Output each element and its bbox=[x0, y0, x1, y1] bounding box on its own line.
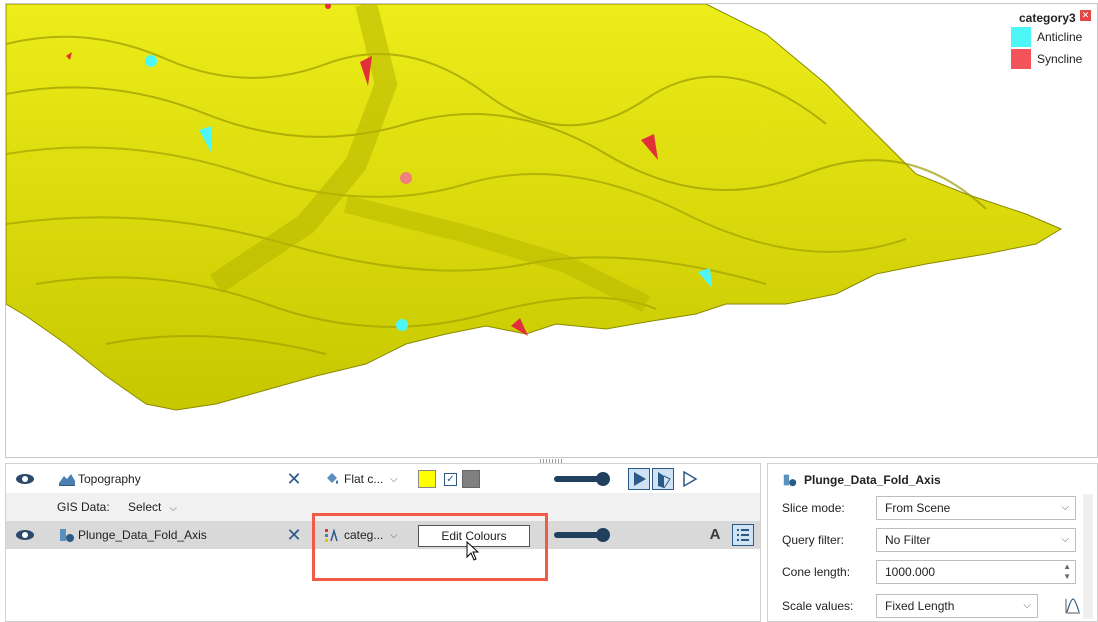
legend-close-icon[interactable]: ✕ bbox=[1080, 10, 1091, 21]
scale-values-value: Fixed Length bbox=[885, 599, 955, 613]
chevron-down-icon: ⌵ bbox=[1061, 534, 1069, 545]
remove-shape-icon[interactable]: ✕ bbox=[286, 470, 302, 488]
legend-title: category3 bbox=[1019, 11, 1076, 25]
scale-values-label: Scale values: bbox=[782, 599, 854, 613]
legend-item-syncline: Syncline bbox=[1011, 48, 1091, 70]
color-mode-dropdown[interactable]: Flat c... ⌵ bbox=[324, 471, 398, 487]
cone-length-input[interactable]: 1000.000 ▲ ▼ bbox=[876, 560, 1076, 584]
slider-track bbox=[554, 476, 600, 482]
properties-header: Plunge_Data_Fold_Axis bbox=[782, 472, 941, 488]
properties-scrollbar[interactable] bbox=[1083, 494, 1093, 619]
slice-mode-value: From Scene bbox=[885, 501, 951, 515]
query-filter-select[interactable]: No Filter ⌵ bbox=[876, 528, 1076, 552]
anticline-cone bbox=[396, 319, 408, 331]
query-filter-value: No Filter bbox=[885, 533, 931, 547]
cone-length-value: 1000.000 bbox=[885, 565, 936, 579]
legend-swatch bbox=[1011, 49, 1031, 69]
chevron-down-icon: ⌵ bbox=[1023, 600, 1031, 611]
visibility-eye-icon[interactable] bbox=[16, 530, 34, 540]
spinner-arrows-icon[interactable]: ▲ ▼ bbox=[1063, 562, 1071, 582]
slice-mode-row: Slice mode: From Scene ⌵ bbox=[782, 496, 1082, 520]
points-object-icon bbox=[60, 529, 74, 542]
properties-panel: Plunge_Data_Fold_Axis Slice mode: From S… bbox=[767, 463, 1098, 622]
scene-viewport[interactable]: category3 ✕ Anticline Syncline bbox=[5, 3, 1098, 458]
color-mode-label: Flat c... bbox=[344, 472, 384, 486]
opacity-slider[interactable] bbox=[554, 472, 610, 486]
slice-mode-select[interactable]: From Scene ⌵ bbox=[876, 496, 1076, 520]
shape-row-topography[interactable]: Topography ✕ Flat c... ⌵ ✓ bbox=[6, 465, 760, 493]
gis-select-dropdown[interactable]: Select ⌵ bbox=[128, 500, 177, 514]
legend-label: Syncline bbox=[1037, 52, 1083, 66]
remove-shape-icon[interactable]: ✕ bbox=[286, 526, 302, 544]
legend-swatch bbox=[1011, 27, 1031, 47]
both-faces-button[interactable] bbox=[652, 468, 674, 490]
visibility-eye-icon[interactable] bbox=[16, 474, 34, 484]
list-legend-icon[interactable] bbox=[732, 524, 754, 546]
chevron-down-icon: ⌵ bbox=[390, 473, 398, 485]
chevron-down-icon: ⌵ bbox=[169, 503, 177, 514]
highlight-annotation bbox=[312, 513, 548, 581]
properties-title: Plunge_Data_Fold_Axis bbox=[804, 473, 941, 487]
scale-values-row: Scale values: Fixed Length ⌵ bbox=[782, 594, 1082, 618]
shapes-list-panel: Topography ✕ Flat c... ⌵ ✓ GIS Data: Sel… bbox=[5, 463, 761, 622]
label-text-icon[interactable]: A bbox=[706, 526, 724, 544]
terrain-surface bbox=[6, 4, 1063, 411]
topography-icon bbox=[59, 474, 75, 486]
mouse-cursor-icon bbox=[466, 541, 480, 561]
gis-select-value: Select bbox=[128, 500, 162, 514]
list-glyph bbox=[737, 529, 749, 541]
app-window: category3 ✕ Anticline Syncline Topograph… bbox=[0, 0, 1098, 622]
backface-checkbox[interactable]: ✓ bbox=[444, 472, 457, 486]
category-legend: category3 ✕ Anticline Syncline bbox=[1011, 10, 1091, 70]
slider-track bbox=[554, 532, 600, 538]
slider-thumb[interactable] bbox=[596, 472, 610, 486]
legend-item-anticline: Anticline bbox=[1011, 26, 1091, 48]
cone-length-row: Cone length: 1000.000 ▲ ▼ bbox=[782, 560, 1082, 584]
slider-thumb[interactable] bbox=[596, 528, 610, 542]
query-filter-row: Query filter: No Filter ⌵ bbox=[782, 528, 1082, 552]
shape-label: Plunge_Data_Fold_Axis bbox=[78, 528, 207, 542]
anticline-cone bbox=[145, 55, 157, 67]
points-object-icon bbox=[783, 474, 797, 487]
shape-label: Topography bbox=[78, 472, 141, 486]
flat-color-chip[interactable] bbox=[418, 470, 436, 488]
chevron-down-icon: ⌵ bbox=[1061, 502, 1069, 513]
back-face-button[interactable] bbox=[678, 468, 700, 490]
opacity-slider[interactable] bbox=[554, 528, 610, 542]
slice-mode-label: Slice mode: bbox=[782, 501, 845, 515]
paint-bucket-icon bbox=[327, 473, 338, 484]
query-filter-label: Query filter: bbox=[782, 533, 845, 547]
syncline-cone bbox=[400, 172, 412, 184]
back-color-chip[interactable] bbox=[462, 470, 480, 488]
cone-length-label: Cone length: bbox=[782, 565, 851, 579]
scale-curve-icon[interactable] bbox=[1064, 597, 1082, 615]
scale-values-select[interactable]: Fixed Length ⌵ bbox=[876, 594, 1038, 618]
legend-label: Anticline bbox=[1037, 30, 1083, 44]
front-face-button[interactable] bbox=[628, 468, 650, 490]
gis-data-label: GIS Data: bbox=[57, 500, 110, 514]
